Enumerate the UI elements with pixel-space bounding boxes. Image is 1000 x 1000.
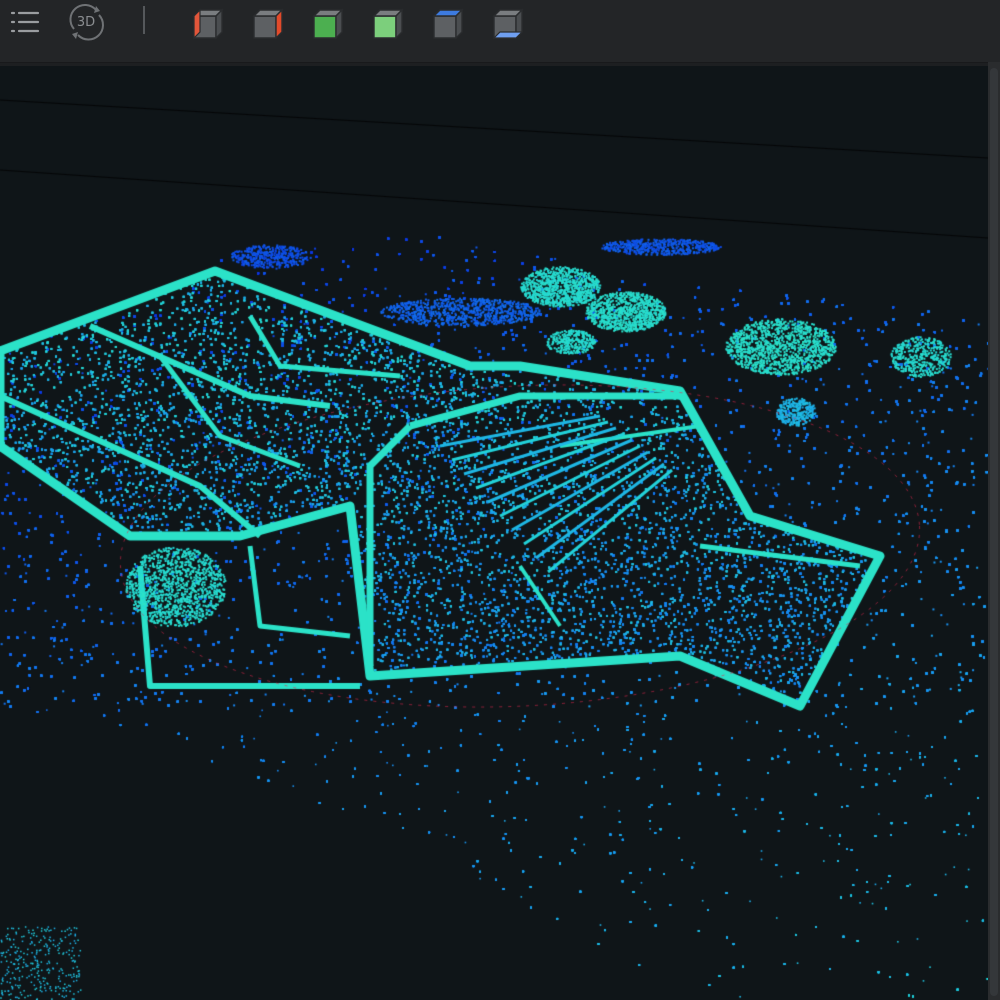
list-tree-icon [10, 11, 40, 33]
scrollbar-thumb[interactable] [990, 68, 998, 996]
point-cloud-render[interactable] [0, 66, 988, 1000]
left-view-cube-icon [192, 8, 224, 40]
toolbar: 3D [0, 0, 1000, 63]
back-view-cube-button[interactable] [366, 2, 406, 42]
bottom-view-cube-icon [492, 8, 524, 40]
rotate-3d-icon: 3D [69, 3, 104, 41]
front-view-cube-button[interactable] [306, 2, 346, 42]
top-view-cube-button[interactable] [426, 2, 466, 42]
point-cloud-viewport[interactable] [0, 66, 988, 1000]
left-view-cube-button[interactable] [186, 2, 226, 42]
view-mode-3d-button[interactable]: 3D [66, 2, 106, 42]
toolbar-separator [143, 6, 145, 34]
layer-list-button[interactable] [4, 2, 44, 42]
front-view-cube-icon [312, 8, 344, 40]
right-view-cube-button[interactable] [246, 2, 286, 42]
back-view-cube-icon [372, 8, 404, 40]
vertical-scrollbar[interactable] [988, 62, 1000, 1000]
right-view-cube-icon [252, 8, 284, 40]
bottom-view-cube-button[interactable] [486, 2, 526, 42]
point-cloud-viewer: 3D [0, 0, 1000, 1000]
view-mode-label: 3D [77, 15, 95, 30]
top-view-cube-icon [432, 8, 464, 40]
